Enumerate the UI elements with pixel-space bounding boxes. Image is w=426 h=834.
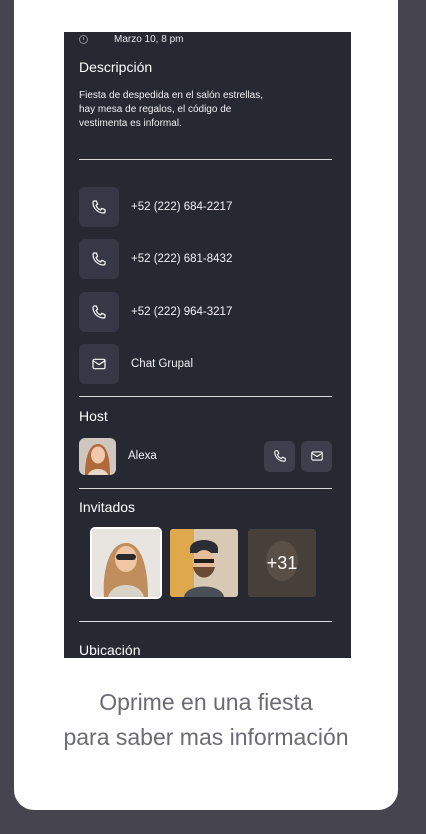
host-message-button[interactable] [301,440,332,472]
caption-line-2: para saber mas información [63,724,349,750]
clock-icon [79,34,88,44]
phone-icon[interactable] [79,187,119,227]
contact-row-3[interactable]: +52 (222) 964-3217 [79,292,232,332]
more-guests-tile[interactable]: +31 [248,529,316,597]
phone-icon[interactable] [79,292,119,332]
divider [79,621,332,622]
avatar [79,437,116,475]
phone-icon[interactable] [79,239,119,279]
description-text: Fiesta de despedida en el salón estrella… [79,90,264,129]
guest-avatar-1[interactable] [90,527,162,599]
divider [79,488,332,489]
host-call-button[interactable] [264,440,295,472]
guests-title: Invitados [79,499,136,515]
event-date: Marzo 10, 8 pm [114,33,184,45]
contact-row-2[interactable]: +52 (222) 681-8432 [79,239,232,279]
phone-screen: Marzo 10, 8 pm Descripción Fiesta de des… [64,32,351,658]
instruction-caption: Oprime en una fiesta para saber mas info… [14,685,398,755]
more-guests-count: +31 [266,552,298,573]
host-row: Alexa [79,437,332,475]
caption-line-1: Oprime en una fiesta [99,689,313,715]
description-title: Descripción [79,59,153,75]
host-name: Alexa [128,450,157,462]
group-chat-label: Chat Grupal [131,358,194,370]
group-chat-row[interactable]: Chat Grupal [79,344,193,384]
location-title: Ubicación [79,642,141,658]
host-title: Host [79,408,108,424]
contact-phone-1: +52 (222) 684-2217 [131,201,233,213]
guest-avatar-2[interactable] [170,529,238,597]
contact-row-1[interactable]: +52 (222) 684-2217 [79,187,232,227]
mail-icon[interactable] [79,344,119,384]
divider [79,396,332,397]
divider [79,159,332,160]
guest-list: +31 [90,527,326,599]
contact-phone-2: +52 (222) 681-8432 [131,253,233,265]
contact-phone-3: +52 (222) 964-3217 [131,306,233,318]
mail-icon [310,451,323,461]
phone-icon [273,450,286,462]
event-date-row: Marzo 10, 8 pm [79,32,183,46]
